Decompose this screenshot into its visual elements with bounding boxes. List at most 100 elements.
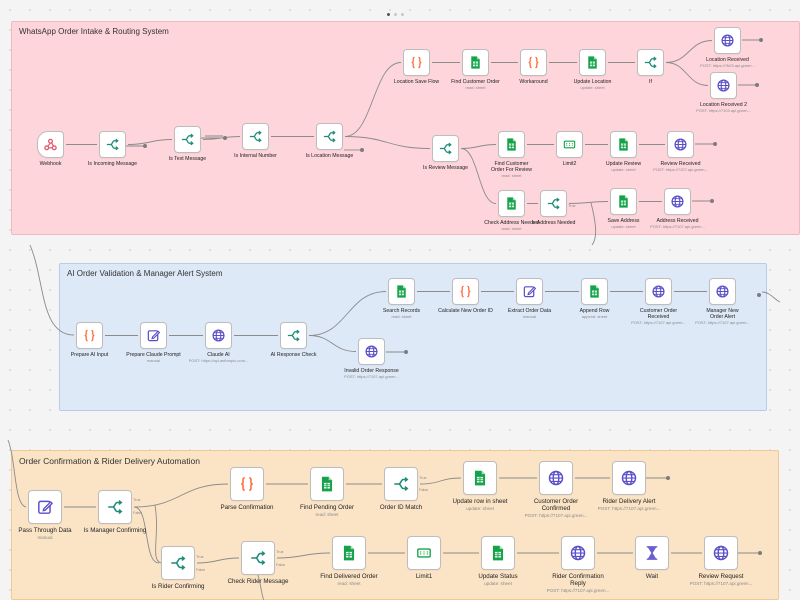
node-is-manager-confirming[interactable] (98, 490, 132, 524)
node-label: Order ID Match (379, 504, 423, 511)
node-label: Webhook (39, 161, 62, 167)
workflow-canvas[interactable]: WhatsApp Order Intake & Routing System A… (0, 0, 800, 600)
connection-endpoint[interactable] (666, 476, 670, 480)
node-label: Pass Through Data (18, 527, 72, 534)
node-subtitle: update: sheet (484, 580, 512, 586)
node-claude-ai[interactable] (205, 322, 232, 349)
page-dot[interactable] (387, 13, 390, 16)
node-calc-order-id[interactable] (452, 278, 479, 305)
globe-icon (712, 544, 730, 562)
node-update-row-sheet[interactable] (463, 461, 497, 495)
connection-endpoint[interactable] (759, 38, 763, 42)
node-subtitle: read: sheet (391, 313, 412, 319)
node-subtitle: update: sheet (611, 223, 636, 229)
switch-icon (105, 137, 120, 152)
node-customer-order-confirmed[interactable] (539, 461, 573, 495)
node-check-address[interactable] (498, 190, 525, 217)
connection-endpoint[interactable] (404, 350, 408, 354)
node-limit1[interactable] (407, 536, 441, 570)
page-dot[interactable] (394, 13, 397, 16)
connection-endpoint[interactable] (758, 551, 762, 555)
node-subtitle: update: sheet (611, 166, 636, 172)
node-save-address[interactable] (610, 188, 637, 215)
node-wait[interactable] (635, 536, 669, 570)
connection-endpoint[interactable] (755, 83, 759, 87)
connection-endpoint[interactable] (143, 144, 147, 148)
sheets-icon (340, 544, 358, 562)
node-ai-response-check[interactable] (280, 322, 307, 349)
port-label-true: True (133, 498, 141, 502)
node-location-received-2[interactable] (710, 72, 737, 99)
node-customer-order-received[interactable] (645, 278, 672, 305)
switch-icon (546, 196, 561, 211)
sheets-icon (318, 475, 336, 493)
port-label-false: False (133, 511, 143, 515)
webhook-icon (43, 137, 58, 152)
node-is-review[interactable] (432, 135, 459, 162)
node-parse-confirmation[interactable] (230, 467, 264, 501)
node-find-customer-order-review[interactable] (498, 131, 525, 158)
node-label: Is Text Message (168, 156, 207, 162)
code-icon (409, 55, 424, 70)
code-icon (238, 475, 256, 493)
node-order-id-match[interactable] (384, 467, 418, 501)
node-label: Limit1 (415, 573, 433, 580)
node-label: Find Delivered Order (320, 573, 378, 580)
node-is-incoming[interactable] (99, 131, 126, 158)
node-subtitle: read: sheet (501, 173, 522, 178)
connection-endpoint[interactable] (223, 136, 227, 140)
node-address-received[interactable] (664, 188, 691, 215)
switch-icon (249, 549, 267, 567)
node-update-location[interactable] (579, 49, 606, 76)
node-is-address-needed[interactable] (540, 190, 567, 217)
switch-icon (169, 554, 187, 572)
sheets-icon (585, 55, 600, 70)
node-check-rider-message[interactable] (241, 541, 275, 575)
node-is-internal[interactable] (242, 123, 269, 150)
globe-icon (651, 284, 666, 299)
node-label: Is Manager Confirming (83, 527, 147, 534)
switch-icon (438, 141, 453, 156)
node-subtitle: read: sheet (501, 225, 522, 231)
node-subtitle: append: sheet (581, 313, 608, 319)
node-review-request[interactable] (704, 536, 738, 570)
node-rider-confirmation-reply[interactable] (561, 536, 595, 570)
connection-endpoint[interactable] (713, 142, 717, 146)
node-prepare-claude-prompt[interactable] (140, 322, 167, 349)
node-webhook[interactable] (37, 131, 64, 158)
port-label-false: False (419, 488, 429, 492)
node-limit2[interactable] (556, 131, 583, 158)
node-append-row[interactable] (581, 278, 608, 305)
node-invalid-order[interactable] (358, 338, 385, 365)
node-pass-through[interactable] (28, 490, 62, 524)
switch-icon (248, 129, 263, 144)
node-is-rider-confirming[interactable] (161, 546, 195, 580)
page-dot[interactable] (401, 13, 404, 16)
node-extract-order[interactable] (516, 278, 543, 305)
node-prepare-ai-input[interactable] (76, 322, 103, 349)
node-is-text[interactable] (174, 126, 201, 153)
node-is-location[interactable] (316, 123, 343, 150)
node-update-review[interactable] (610, 131, 637, 158)
node-find-pending-order[interactable] (310, 467, 344, 501)
page-indicator (387, 13, 404, 16)
globe-icon (670, 194, 685, 209)
node-if1[interactable] (637, 49, 664, 76)
connection-endpoint[interactable] (757, 293, 761, 297)
node-label: Rider Delivery Alert (602, 498, 656, 505)
node-search-records[interactable] (388, 278, 415, 305)
switch-icon (286, 328, 301, 343)
node-find-delivered-order[interactable] (332, 536, 366, 570)
connection-endpoint[interactable] (710, 199, 714, 203)
node-location-save-flow[interactable] (403, 49, 430, 76)
connection-endpoint[interactable] (360, 148, 364, 152)
node-rider-delivery-alert[interactable] (612, 461, 646, 495)
node-review-received[interactable] (667, 131, 694, 158)
limit-icon (562, 137, 577, 152)
node-update-status[interactable] (481, 536, 515, 570)
node-workaround[interactable] (520, 49, 547, 76)
node-find-customer-order[interactable] (462, 49, 489, 76)
node-location-received[interactable] (714, 27, 741, 54)
node-manager-new-order[interactable] (709, 278, 736, 305)
node-subtitle: POST: https://7107.api.green... (524, 513, 588, 518)
